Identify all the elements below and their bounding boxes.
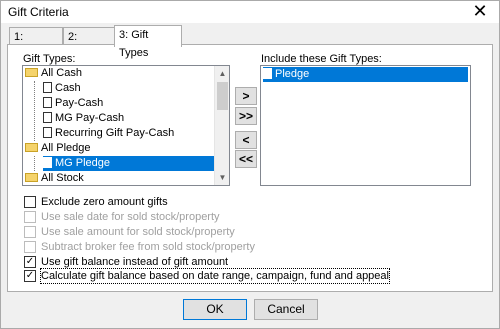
document-icon — [43, 97, 52, 108]
include-gift-types-list[interactable]: Pledge — [260, 65, 471, 186]
gift-types-tree[interactable]: All Cash Cash Pay-Cash MG Pay-Cash Recur… — [22, 65, 230, 186]
window-title: Gift Criteria — [8, 5, 69, 19]
tree-item-mg-pledge[interactable]: MG Pledge — [43, 156, 216, 171]
checkbox-box[interactable] — [24, 196, 36, 208]
tree-item-label: All Cash — [41, 67, 82, 79]
tab-gift-types-label: 3: Gift Types — [119, 29, 149, 59]
document-icon — [43, 127, 52, 138]
tree-connector — [34, 81, 35, 141]
tree-item-all-pledge[interactable]: All Pledge — [25, 141, 91, 156]
remove-button[interactable]: < — [235, 131, 257, 149]
remove-all-button[interactable]: << — [235, 150, 257, 168]
tree-item-label: MG Pay-Cash — [55, 112, 125, 124]
document-icon — [43, 112, 52, 123]
tree-item-recurring-gift-pay-cash[interactable]: Recurring Gift Pay-Cash — [43, 126, 174, 141]
tree-item-label: Cash — [55, 82, 81, 94]
tree-item-pay-cash[interactable]: Pay-Cash — [43, 96, 103, 111]
checkbox-box — [24, 241, 36, 253]
include-item-label: Pledge — [275, 68, 310, 80]
checkbox-label: Use sale date for sold stock/property — [41, 211, 220, 223]
add-button[interactable]: > — [235, 87, 257, 105]
cancel-button[interactable]: Cancel — [254, 299, 318, 320]
folder-icon — [25, 143, 38, 152]
close-icon[interactable]: ✕ — [465, 1, 495, 23]
checkbox-box — [24, 226, 36, 238]
document-icon — [43, 82, 52, 93]
tree-connector — [34, 156, 35, 171]
ok-button[interactable]: OK — [183, 299, 247, 320]
title-bar: Gift Criteria ✕ — [1, 1, 499, 23]
folder-icon — [25, 68, 38, 77]
document-icon — [263, 68, 272, 79]
tab-gift-types[interactable]: 3: Gift Types — [114, 25, 182, 59]
add-all-button[interactable]: >> — [235, 107, 257, 125]
include-item-pledge[interactable]: Pledge — [263, 67, 468, 82]
tree-item-all-stock[interactable]: All Stock — [25, 171, 84, 185]
checkbox-label: Subtract broker fee from sold stock/prop… — [41, 241, 255, 253]
tree-item-cash[interactable]: Cash — [43, 81, 81, 96]
tree-item-label: All Pledge — [41, 142, 91, 154]
checkbox-label: Use gift balance instead of gift amount — [41, 256, 229, 268]
checkbox-label: Calculate gift balance based on date ran… — [40, 268, 390, 284]
tree-item-label: MG Pledge — [55, 157, 111, 169]
folder-icon — [25, 173, 38, 182]
tree-item-mg-pay-cash[interactable]: MG Pay-Cash — [43, 111, 124, 126]
tree-item-label: Pay-Cash — [55, 97, 104, 109]
scroll-up-icon[interactable]: ▲ — [215, 66, 229, 81]
checkbox-label: Use sale amount for sold stock/property — [41, 226, 235, 238]
checkbox-checked[interactable]: ✓ — [24, 256, 36, 268]
tree-item-label: Recurring Gift Pay-Cash — [55, 127, 175, 139]
document-icon — [43, 157, 52, 168]
checkbox-box — [24, 211, 36, 223]
include-gift-types-label: Include these Gift Types: — [261, 53, 382, 65]
tree-item-label: All Stock — [41, 172, 84, 184]
scroll-down-icon[interactable]: ▼ — [215, 170, 229, 185]
scroll-thumb[interactable] — [217, 82, 228, 110]
tree-item-all-cash[interactable]: All Cash — [25, 66, 82, 81]
gift-types-scrollbar[interactable]: ▲ ▼ — [214, 66, 229, 185]
checkbox-label: Exclude zero amount gifts — [41, 196, 168, 208]
gift-types-label: Gift Types: — [23, 53, 76, 65]
checkbox-checked[interactable]: ✓ — [24, 270, 36, 282]
gift-criteria-dialog: Gift Criteria ✕ 1: General 2: Filters 3:… — [0, 0, 500, 329]
